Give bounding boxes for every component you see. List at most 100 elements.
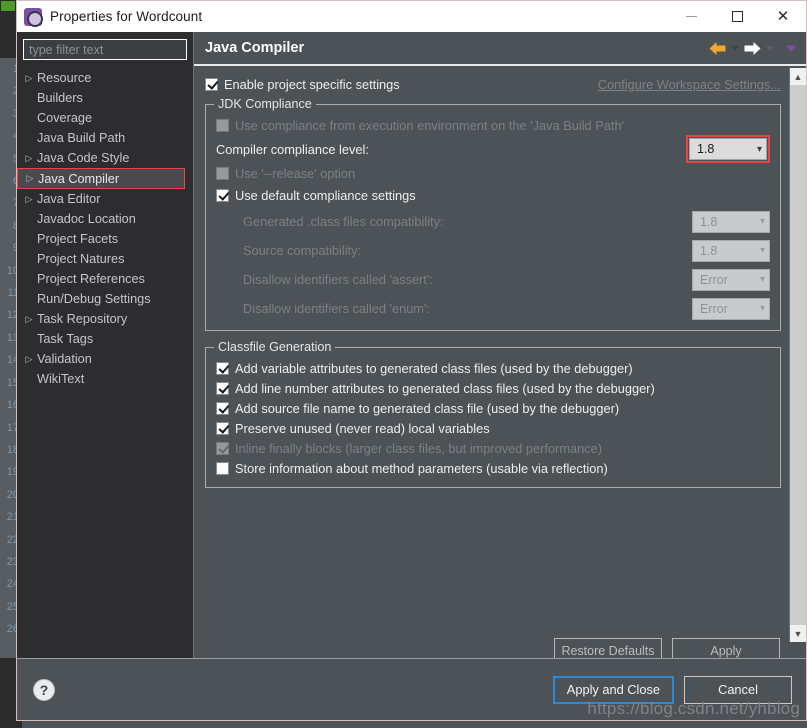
- scroll-down-arrow-icon[interactable]: ▼: [790, 625, 806, 642]
- classfile-option-row: Add source file name to generated class …: [216, 398, 770, 418]
- classfile-option-row: Add line number attributes to generated …: [216, 378, 770, 398]
- sidebar-item-task-repository[interactable]: ▷ Task Repository: [17, 309, 193, 329]
- compiler-compliance-level-row: Compiler compliance level: 1.8 ▾: [216, 135, 770, 163]
- classfile-option-checkbox[interactable]: [216, 401, 229, 415]
- classfile-option-row: Add variable attributes to generated cla…: [216, 358, 770, 378]
- sidebar-item-wikitext[interactable]: ▷WikiText: [17, 369, 193, 389]
- compiler-compliance-level-highlight: 1.8 ▾: [686, 135, 770, 163]
- content-vertical-scrollbar[interactable]: ▲ ▼: [789, 68, 806, 642]
- use-default-compliance-row: Use default compliance settings: [216, 185, 770, 205]
- sidebar-item-label: Task Tags: [37, 332, 94, 346]
- classfile-option-checkbox[interactable]: [216, 381, 229, 395]
- window-controls: ✕: [668, 1, 806, 32]
- use-default-compliance-checkbox[interactable]: [216, 188, 229, 202]
- title-bar: Properties for Wordcount ✕: [17, 1, 806, 32]
- restore-defaults-button[interactable]: Restore Defaults: [554, 638, 662, 658]
- source-compat-combo[interactable]: 1.8 ▾: [692, 239, 770, 262]
- disallow-assert-combo[interactable]: Error ▾: [692, 268, 770, 291]
- classfile-option-label: Preserve unused (never read) local varia…: [235, 420, 490, 436]
- sidebar-item-run-debug-settings[interactable]: ▷Run/Debug Settings: [17, 289, 193, 309]
- enable-project-specific-checkbox[interactable]: [205, 77, 218, 91]
- use-execution-environment-checkbox[interactable]: [216, 118, 229, 132]
- disallow-enum-combo[interactable]: Error ▾: [692, 297, 770, 320]
- classfile-generation-group-title: Classfile Generation: [214, 340, 336, 354]
- sidebar-item-label: Builders: [37, 91, 83, 105]
- forward-menu-chevron-down-icon[interactable]: [764, 42, 776, 54]
- sidebar-item-java-build-path[interactable]: ▷Java Build Path: [17, 128, 193, 148]
- classfile-option-checkbox[interactable]: [216, 441, 229, 455]
- maximize-button[interactable]: [714, 1, 760, 32]
- sidebar-item-task-tags[interactable]: ▷Task Tags: [17, 329, 193, 349]
- classfile-option-checkbox[interactable]: [216, 461, 229, 475]
- compiler-compliance-level-label: Compiler compliance level:: [216, 141, 369, 157]
- jdk-compliance-group: JDK Compliance Use compliance from execu…: [205, 97, 781, 331]
- disallow-enum-value: Error: [700, 301, 728, 316]
- sidebar-item-label: Coverage: [37, 111, 93, 125]
- sidebar-item-label: Project References: [37, 272, 145, 286]
- minimize-button[interactable]: [668, 1, 714, 32]
- chevron-down-icon: ▾: [759, 245, 765, 256]
- sidebar-item-javadoc-location[interactable]: ▷Javadoc Location: [17, 209, 193, 229]
- watermark: https://blog.csdn.net/yhblog: [587, 699, 800, 718]
- expand-arrow-icon[interactable]: ▷: [21, 153, 37, 163]
- scrollbar-thumb[interactable]: [790, 85, 806, 625]
- sidebar-item-label: Java Build Path: [37, 131, 126, 145]
- generated-class-compat-value: 1.8: [700, 214, 718, 229]
- jdk-compliance-group-title: JDK Compliance: [214, 97, 316, 111]
- generated-class-compat-combo[interactable]: 1.8 ▾: [692, 210, 770, 233]
- enable-project-specific-label: Enable project specific settings: [224, 76, 400, 92]
- expand-arrow-icon[interactable]: ▷: [22, 174, 38, 183]
- content-header: Java Compiler: [194, 32, 806, 66]
- sidebar-item-label: Project Facets: [37, 232, 119, 246]
- classfile-option-label: Add line number attributes to generated …: [235, 380, 655, 396]
- classfile-option-row: Inline finally blocks (larger class file…: [216, 438, 770, 458]
- settings-tree-sidebar: ▷Resource▷Builders▷Coverage▷Java Build P…: [17, 32, 193, 658]
- expand-arrow-icon[interactable]: ▷: [21, 354, 37, 364]
- generated-class-compat-row: Generated .class files compatibility: 1.…: [216, 209, 770, 234]
- sidebar-item-java-editor[interactable]: ▷ Java Editor: [17, 189, 193, 209]
- view-menu-chevron-down-icon[interactable]: [784, 42, 798, 54]
- classfile-option-checkbox[interactable]: [216, 361, 229, 375]
- use-release-option-checkbox[interactable]: [216, 166, 229, 180]
- use-release-option-label: Use '--release' option: [235, 165, 356, 181]
- minimize-icon: [685, 16, 697, 17]
- sidebar-item-label: WikiText: [37, 372, 85, 386]
- expand-arrow-icon[interactable]: ▷: [21, 314, 37, 324]
- sidebar-item-validation[interactable]: ▷ Validation: [17, 349, 193, 369]
- scroll-up-arrow-icon[interactable]: ▲: [790, 68, 806, 85]
- close-button[interactable]: ✕: [760, 1, 806, 32]
- sidebar-item-java-code-style[interactable]: ▷ Java Code Style: [17, 148, 193, 168]
- sidebar-item-label: Validation: [37, 352, 92, 366]
- compiler-compliance-level-combo[interactable]: 1.8 ▾: [689, 138, 767, 160]
- filter-input[interactable]: [23, 39, 187, 60]
- expand-arrow-icon[interactable]: ▷: [21, 73, 37, 83]
- forward-arrow-icon[interactable]: [743, 41, 762, 56]
- classfile-option-label: Add source file name to generated class …: [235, 400, 620, 416]
- classfile-generation-group: Classfile Generation Add variable attrib…: [205, 340, 781, 488]
- sidebar-item-project-references[interactable]: ▷Project References: [17, 269, 193, 289]
- sidebar-item-coverage[interactable]: ▷Coverage: [17, 108, 193, 128]
- apply-button[interactable]: Apply: [672, 638, 780, 658]
- sidebar-item-resource[interactable]: ▷ Resource: [17, 68, 193, 88]
- sidebar-item-project-natures[interactable]: ▷Project Natures: [17, 249, 193, 269]
- sidebar-item-builders[interactable]: ▷Builders: [17, 88, 193, 108]
- sidebar-item-label: Project Natures: [37, 252, 125, 266]
- classfile-option-label: Store information about method parameter…: [235, 460, 608, 476]
- content-scroll-area: Enable project specific settings Configu…: [194, 66, 806, 658]
- chevron-down-icon: ▾: [756, 143, 762, 155]
- back-menu-chevron-down-icon[interactable]: [729, 42, 741, 54]
- sidebar-item-label: Run/Debug Settings: [37, 292, 151, 306]
- settings-tree: ▷Resource▷Builders▷Coverage▷Java Build P…: [17, 66, 193, 389]
- expand-arrow-icon[interactable]: ▷: [21, 194, 37, 204]
- classfile-option-checkbox[interactable]: [216, 421, 229, 435]
- configure-workspace-settings-link[interactable]: Configure Workspace Settings...: [598, 77, 795, 92]
- disallow-assert-row: Disallow identifiers called 'assert': Er…: [216, 267, 770, 292]
- sidebar-item-java-compiler[interactable]: ▷ Java Compiler: [17, 168, 185, 189]
- help-icon[interactable]: ?: [33, 678, 55, 701]
- header-navigation: [708, 41, 798, 56]
- content-panel: Java Compiler Enable project specific se…: [193, 32, 806, 658]
- sidebar-item-label: Java Code Style: [37, 151, 130, 165]
- generated-class-compat-label: Generated .class files compatibility:: [243, 214, 444, 229]
- back-arrow-icon[interactable]: [708, 41, 727, 56]
- sidebar-item-project-facets[interactable]: ▷Project Facets: [17, 229, 193, 249]
